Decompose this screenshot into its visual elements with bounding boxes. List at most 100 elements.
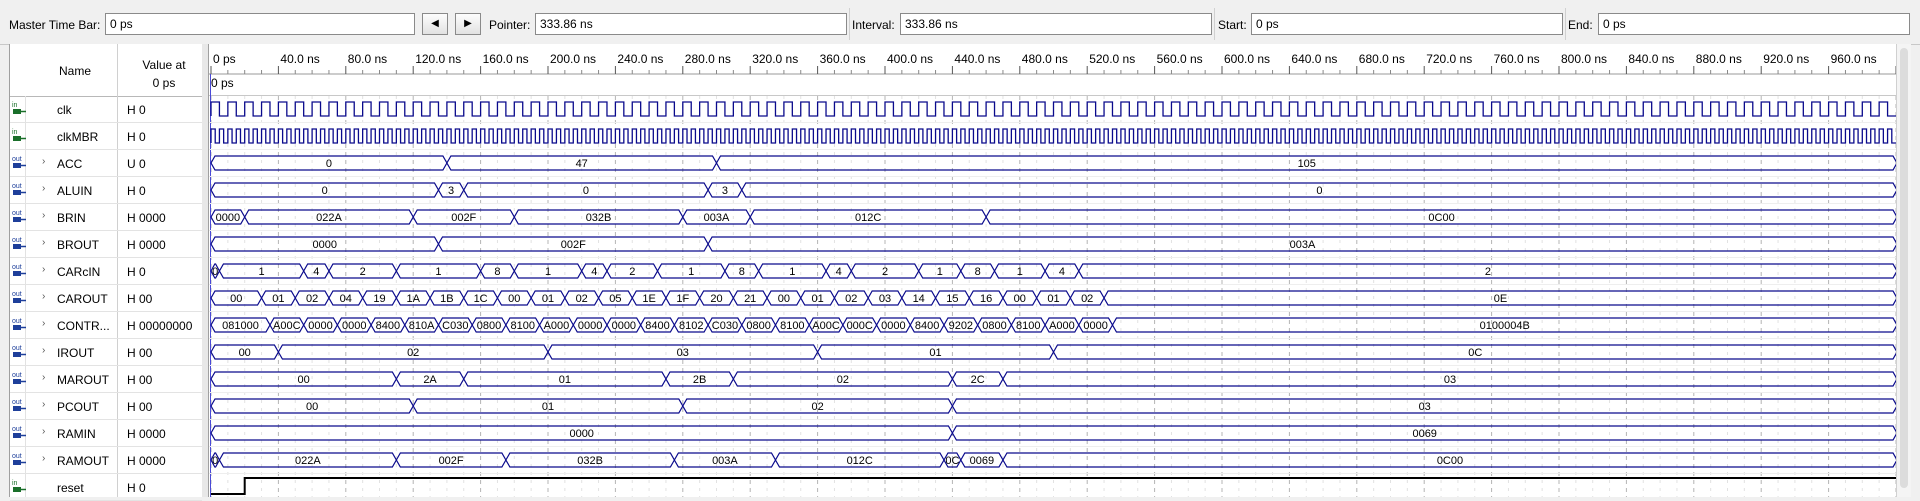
signal-value: H 0 [127,265,146,279]
bus-value-label: 002F [439,455,464,467]
signal-value: U 0 [127,157,146,171]
previous-transition-button[interactable]: ◀ [422,13,448,35]
bus-value-label: 032B [577,455,603,467]
signal-row[interactable]: out › IROUT H 00 [10,339,202,366]
bus-value-label: 21 [744,293,756,305]
signal-name: CAROUT [57,292,108,306]
signal-row[interactable]: out › PCOUT H 00 [10,393,202,420]
signal-value: H 0000 [127,211,166,225]
expand-chevron-icon[interactable]: › [42,264,45,275]
start-field[interactable]: 0 ps [1251,13,1563,35]
tick-label: 240.0 ns [617,52,663,66]
bus-value-label: 032B [586,212,612,224]
signal-value: H 0 [127,130,146,144]
signal-row[interactable]: out › RAMIN H 0000 [10,420,202,447]
clock-trace [210,128,1896,144]
output-pin-icon: out [12,154,26,170]
bus-value-label: 1E [642,293,655,305]
wave-clkmbr [210,128,1896,144]
signal-row[interactable]: out › MAROUT H 00 [10,366,202,393]
expand-chevron-icon[interactable]: › [42,237,45,248]
signal-row[interactable]: in clk H 0 [10,96,202,123]
signal-row[interactable]: out › CARcIN H 0 [10,258,202,285]
bus-value-label: 00 [298,374,310,386]
expand-chevron-icon[interactable]: › [42,453,45,464]
bus-value-label: 15 [946,293,958,305]
output-pin-icon: out [12,397,26,413]
svg-text:out: out [12,237,22,244]
signal-row[interactable]: out › CONTR... H 00000000 [10,312,202,339]
output-pin-icon: out [12,208,26,224]
expand-chevron-icon[interactable]: › [42,426,45,437]
tick-label: 440.0 ns [954,52,1000,66]
bus-value-label: 02 [1081,293,1093,305]
tick-label: 560.0 ns [1157,52,1203,66]
bus-value-label: 0C [945,455,959,467]
bus-value-label: 2 [1485,266,1491,278]
bus-value-label: A00C [812,320,840,332]
signal-row[interactable]: out › RAMOUT H 0000 [10,447,202,474]
end-field[interactable]: 0 ps [1598,13,1910,35]
bus-value-label: 1A [406,293,420,305]
output-pin-icon: out [12,343,26,359]
expand-chevron-icon[interactable]: › [42,345,45,356]
bus-value-label: 1 [435,266,441,278]
expand-chevron-icon[interactable]: › [42,372,45,383]
bus-value-label: 0E [1494,293,1507,305]
signal-row[interactable]: out › ACC U 0 [10,150,202,177]
tick-label: 320.0 ns [752,52,798,66]
tick-label: 720.0 ns [1426,52,1472,66]
signal-row[interactable]: out › CAROUT H 00 [10,285,202,312]
svg-text:in: in [12,102,18,109]
bus-value-label: 02 [576,293,588,305]
bus-value-label: 0C [1468,347,1482,359]
signal-row[interactable]: in clkMBR H 0 [10,123,202,150]
bus-value-label: 0800 [746,320,770,332]
bus-value-label: 1 [688,266,694,278]
svg-text:out: out [12,318,22,325]
bus-value-label: 2A [423,374,437,386]
master-time-bar-field[interactable]: 0 ps [105,13,415,35]
expand-chevron-icon[interactable]: › [42,318,45,329]
bus-value-label: 8100 [510,320,534,332]
bus-value-label: 03 [879,293,891,305]
output-pin-icon: out [12,235,26,251]
tick-label: 920.0 ns [1763,52,1809,66]
waveform-canvas[interactable]: 0 ps 40.0 ns 80.0 ns 120.0 ns 160.0 ns 200.0 … [209,44,1896,497]
expand-chevron-icon[interactable]: › [42,156,45,167]
next-transition-button[interactable]: ▶ [455,13,481,35]
tick-label: 640.0 ns [1291,52,1337,66]
bus-value-label: 2 [629,266,635,278]
expand-chevron-icon[interactable]: › [42,183,45,194]
waveform-panel[interactable]: 0 ps 40.0 ns 80.0 ns 120.0 ns 160.0 ns 200.0 … [208,44,1896,497]
bus-value-label: 16 [980,293,992,305]
wave-clk [210,101,1896,117]
pointer-field[interactable]: 333.86 ns [535,13,847,35]
bus-value-label: 01 [811,293,823,305]
bus-value-label: 081000 [222,320,259,332]
expand-chevron-icon[interactable]: › [42,399,45,410]
bus-value-label: A00C [273,320,301,332]
bus-value-label: 19 [373,293,385,305]
bus-value-label: 0000 [308,320,332,332]
bus-value-label: 0000 [881,320,905,332]
bus-value-label: 1 [545,266,551,278]
name-column-header[interactable]: Name [59,64,91,78]
value-column-header[interactable]: Value at 0 ps [128,56,200,92]
signal-row[interactable]: out › BROUT H 0000 [10,231,202,258]
bus-value-label: 0C00 [1428,212,1454,224]
bus-value-label: 4 [1059,266,1065,278]
signal-row[interactable]: out › BRIN H 0000 [10,204,202,231]
signal-name: BRIN [57,211,86,225]
bus-value-label: C030 [442,320,468,332]
expand-chevron-icon[interactable]: › [42,291,45,302]
tick-label: 680.0 ns [1359,52,1405,66]
bus-value-label: 01 [559,374,571,386]
bus-value-label: 8400 [915,320,939,332]
expand-chevron-icon[interactable]: › [42,210,45,221]
interval-field[interactable]: 333.86 ns [900,13,1212,35]
bus-value-label: 14 [913,293,925,305]
vertical-scrollbar[interactable] [1896,44,1911,497]
signal-row[interactable]: out › ALUIN H 0 [10,177,202,204]
scrollbar-thumb[interactable] [1900,48,1908,488]
